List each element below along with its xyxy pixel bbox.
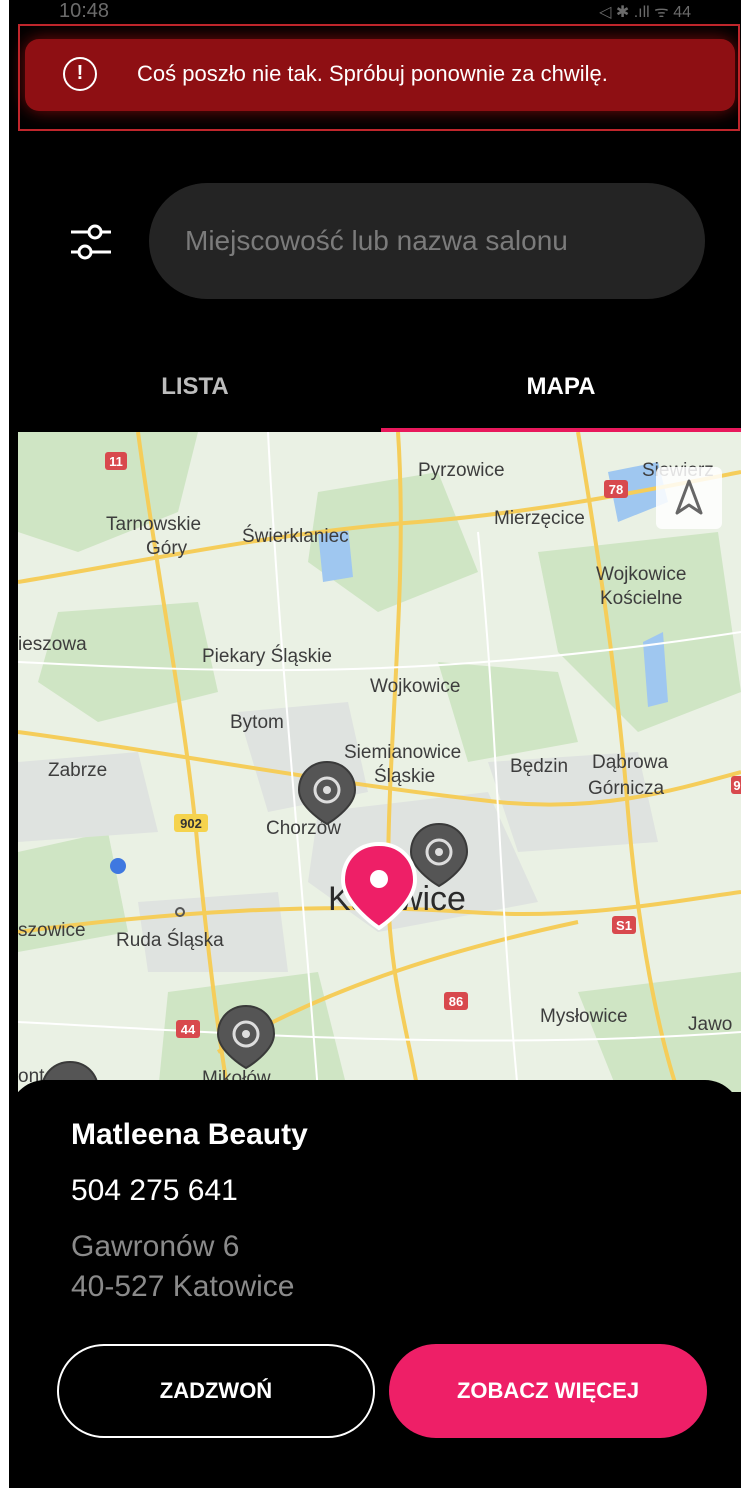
map-label: Kościelne [600,588,682,609]
map-label: Zabrze [48,760,107,781]
road-badge: S1 [616,918,632,933]
road-badge: 9 [733,778,740,793]
map-label: Jawo [688,1014,732,1035]
status-icons: ◁ ✱ .ıll ᯤ 44 [599,4,691,21]
map-label: Piekary Śląskie [202,645,332,667]
road-badge: 902 [180,816,202,831]
road-badge: 11 [109,454,123,469]
toast-message: Coś poszło nie tak. Spróbuj ponownie za … [137,61,608,86]
map-label: Ruda Śląska [116,929,224,951]
salon-address-street: Gawronów 6 [71,1230,240,1263]
tab-mapa[interactable]: MAPA [381,345,741,431]
see-more-button[interactable]: ZOBACZ WIĘCEJ [389,1344,707,1438]
map-label: Pyrzowice [418,460,505,481]
compass-button[interactable] [656,467,722,529]
salon-phone: 504 275 641 [71,1174,238,1207]
map-label: Tarnowskie [106,514,201,535]
map-label: Wojkowice [370,676,460,697]
map-label: szowice [18,920,86,941]
alert-circle-icon: ! [63,57,97,91]
map-label: Mierzęcice [494,508,585,529]
road-badge: 44 [181,1022,196,1037]
road-badge: 86 [449,994,463,1009]
map-label: Mysłowice [540,1006,628,1027]
tab-lista[interactable]: LISTA [9,345,381,431]
salon-name: Matleena Beauty [71,1118,308,1151]
call-button[interactable]: ZADZWOŃ [57,1344,375,1438]
map-label: Świerklaniec [242,525,349,547]
sliders-icon [71,224,111,260]
map-label: Wojkowice [596,564,686,585]
map-label: Będzin [510,756,568,777]
map-label: Siemianowice [344,742,461,763]
map-label: ieszowa [18,634,87,655]
map-label: Góry [146,538,188,559]
search-box[interactable] [149,183,705,299]
navigation-arrow-icon [675,479,703,515]
map-canvas: 11 78 902 S1 86 44 9 Pyrzowice Siewierz … [18,432,741,1092]
road-badge: 78 [609,482,623,497]
filter-button[interactable] [67,218,115,266]
app-screen: 10:48 ◁ ✱ .ıll ᯤ 44 LISTA MAPA [9,0,741,1488]
map-label: Śląskie [374,765,435,787]
map-label: Dąbrowa [592,752,668,773]
search-input[interactable] [185,213,675,269]
error-toast[interactable]: ! Coś poszło nie tak. Spróbuj ponownie z… [25,39,735,111]
salon-details-sheet: Matleena Beauty 504 275 641 Gawronów 6 4… [9,1080,741,1488]
map-label: Górnicza [588,778,664,799]
salon-address-city: 40-527 Katowice [71,1270,295,1303]
map-label: Bytom [230,712,284,733]
status-time: 10:48 [59,0,110,22]
map-view[interactable]: 11 78 902 S1 86 44 9 Pyrzowice Siewierz … [18,432,741,1092]
